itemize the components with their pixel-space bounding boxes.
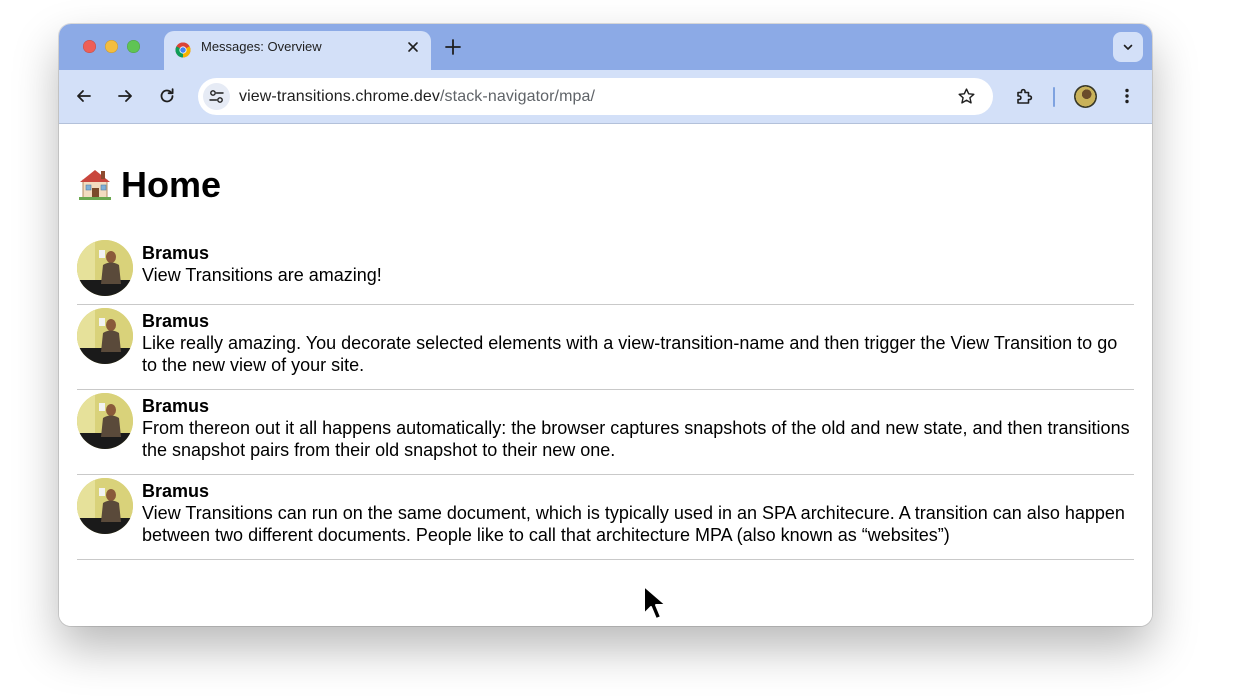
mouse-pointer-icon bbox=[643, 585, 667, 620]
tab-search-button[interactable] bbox=[1113, 32, 1143, 62]
site-info-button[interactable] bbox=[203, 83, 230, 110]
profile-avatar[interactable] bbox=[1074, 85, 1097, 108]
message-item[interactable]: Bramus From thereon out it all happens a… bbox=[77, 390, 1134, 475]
tab-title: Messages: Overview bbox=[201, 39, 322, 54]
page-title: Home bbox=[77, 163, 221, 207]
new-tab-plus-icon[interactable] bbox=[443, 37, 463, 57]
extensions-puzzle-icon[interactable] bbox=[1014, 86, 1034, 106]
message-text: View Transitions can run on the same doc… bbox=[142, 503, 1125, 545]
more-menu-icon[interactable] bbox=[1117, 86, 1137, 106]
message-author: Bramus bbox=[142, 481, 210, 501]
toolbar-divider bbox=[1053, 87, 1055, 107]
zoom-window-button[interactable] bbox=[127, 40, 140, 53]
tab-strip: Messages: Overview bbox=[59, 24, 1152, 70]
url-host: view-transitions.chrome.dev bbox=[239, 88, 440, 105]
browser-toolbar: view-transitions.chrome.dev/stack-naviga… bbox=[59, 70, 1152, 124]
house-emoji-icon bbox=[77, 166, 113, 202]
address-bar[interactable]: view-transitions.chrome.dev/stack-naviga… bbox=[198, 78, 993, 115]
message-author: Bramus bbox=[142, 311, 210, 331]
message-author: Bramus bbox=[142, 396, 210, 416]
page-content: Home Bramus View Transitions are amazing… bbox=[59, 124, 1152, 626]
chrome-favicon-icon bbox=[175, 42, 191, 58]
close-window-button[interactable] bbox=[83, 40, 96, 53]
message-text: Like really amazing. You decorate select… bbox=[142, 333, 1118, 375]
reload-icon[interactable] bbox=[157, 86, 177, 106]
page-title-text: Home bbox=[121, 164, 222, 205]
message-author: Bramus bbox=[142, 243, 210, 263]
message-item[interactable]: Bramus Like really amazing. You decorate… bbox=[77, 305, 1134, 390]
url-path: /stack-navigator/mpa/ bbox=[440, 88, 596, 105]
browser-window: Messages: Overview view-transitions.chro… bbox=[59, 24, 1152, 626]
bookmark-star-icon[interactable] bbox=[957, 87, 976, 106]
back-arrow-icon[interactable] bbox=[74, 86, 94, 106]
message-list: Bramus View Transitions are amazing! Bra… bbox=[77, 237, 1134, 560]
tab-active[interactable]: Messages: Overview bbox=[164, 31, 431, 70]
forward-arrow-icon[interactable] bbox=[115, 86, 135, 106]
avatar bbox=[77, 393, 133, 449]
avatar bbox=[77, 240, 133, 296]
tune-icon bbox=[209, 90, 224, 103]
message-item[interactable]: Bramus View Transitions are amazing! bbox=[77, 237, 1134, 305]
avatar bbox=[77, 478, 133, 534]
avatar bbox=[77, 308, 133, 364]
message-text: View Transitions are amazing! bbox=[142, 265, 382, 285]
message-text: From thereon out it all happens automati… bbox=[142, 418, 1130, 460]
minimize-window-button[interactable] bbox=[105, 40, 118, 53]
chevron-down-icon bbox=[1123, 44, 1133, 50]
close-tab-icon[interactable] bbox=[405, 39, 421, 55]
message-item[interactable]: Bramus View Transitions can run on the s… bbox=[77, 475, 1134, 560]
url-text[interactable]: view-transitions.chrome.dev/stack-naviga… bbox=[239, 78, 595, 115]
